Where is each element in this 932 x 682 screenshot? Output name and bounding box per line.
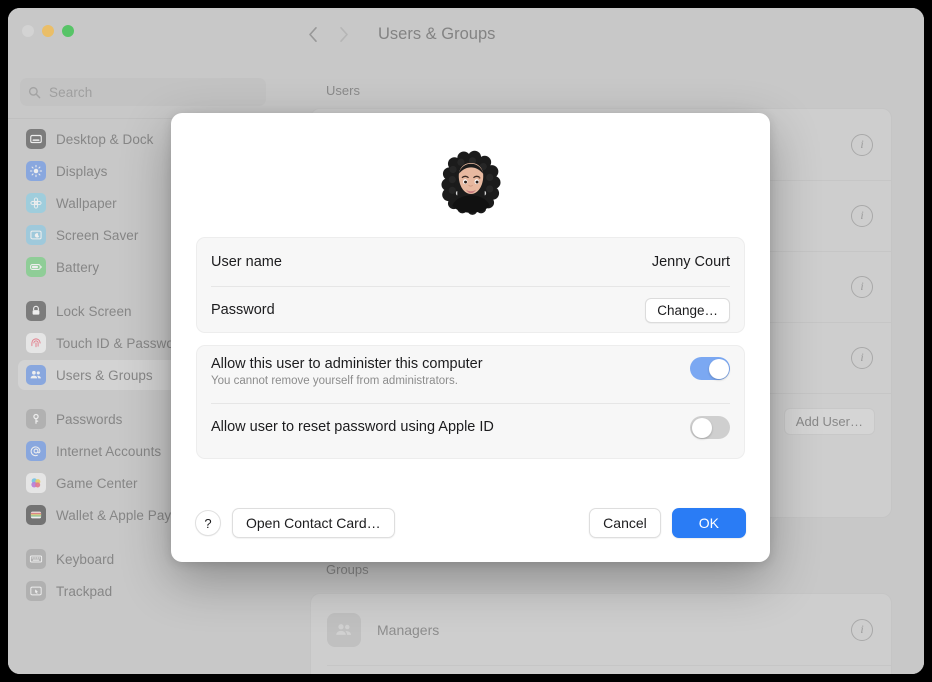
options-card: Allow this user to administer this compu… xyxy=(196,345,745,459)
apple-id-reset-label: Allow user to reset password using Apple… xyxy=(211,419,494,435)
sidebar-item-label: Wallet & Apple Pay xyxy=(56,507,172,523)
passwords-key-icon xyxy=(26,409,46,429)
battery-icon xyxy=(26,257,46,277)
password-label: Password xyxy=(211,302,275,318)
cancel-button[interactable]: Cancel xyxy=(589,508,661,538)
lock-screen-icon xyxy=(26,301,46,321)
change-password-button[interactable]: Change… xyxy=(645,297,730,323)
chevron-left-icon xyxy=(308,26,317,42)
info-icon[interactable]: i xyxy=(851,618,873,641)
trackpad-icon xyxy=(26,581,46,601)
back-button[interactable] xyxy=(302,23,324,45)
groups-list-card: Managers i xyxy=(310,593,892,674)
admin-toggle-sublabel: You cannot remove yourself from administ… xyxy=(211,375,458,387)
user-name-row: User name Jenny Court xyxy=(197,238,744,286)
admin-toggle[interactable] xyxy=(690,357,730,380)
user-name-value: Jenny Court xyxy=(651,254,730,270)
table-row[interactable] xyxy=(311,665,891,674)
sidebar-item-label: Keyboard xyxy=(56,551,115,567)
toggle-knob xyxy=(708,358,729,379)
minimize-window-button[interactable] xyxy=(42,25,54,37)
info-icon[interactable]: i xyxy=(851,346,873,369)
sidebar-item-label: Battery xyxy=(56,259,100,275)
sidebar-item-label: Passwords xyxy=(56,411,123,427)
chevron-right-icon xyxy=(339,26,348,42)
sidebar-item-trackpad[interactable]: Trackpad xyxy=(18,576,268,606)
game-center-icon xyxy=(26,473,46,493)
users-groups-icon xyxy=(26,365,46,385)
sidebar-item-label: Screen Saver xyxy=(56,227,139,243)
info-icon[interactable]: i xyxy=(851,204,873,227)
search-icon xyxy=(28,86,41,98)
admin-toggle-label: Allow this user to administer this compu… xyxy=(211,356,483,372)
sidebar-item-label: Displays xyxy=(56,163,108,179)
toolbar: Users & Groups xyxy=(278,8,924,60)
users-section-label: Users xyxy=(326,83,360,98)
sidebar-item-label: Lock Screen xyxy=(56,303,132,319)
apple-id-reset-toggle[interactable] xyxy=(690,416,730,439)
internet-accounts-icon xyxy=(26,441,46,461)
groups-section-label: Groups xyxy=(326,562,369,577)
forward-button[interactable] xyxy=(332,23,354,45)
table-row[interactable]: Managers i xyxy=(311,594,891,665)
wallpaper-icon xyxy=(26,193,46,213)
desktop-dock-icon xyxy=(26,129,46,149)
search-placeholder: Search xyxy=(49,84,93,100)
info-icon[interactable]: i xyxy=(851,133,873,156)
admin-toggle-row: Allow this user to administer this compu… xyxy=(197,346,744,403)
close-window-button[interactable] xyxy=(22,25,34,37)
memoji-avatar[interactable] xyxy=(435,145,507,217)
screen-saver-icon xyxy=(26,225,46,245)
zoom-window-button[interactable] xyxy=(62,25,74,37)
sidebar-item-label: Internet Accounts xyxy=(56,443,162,459)
user-name-label: User name xyxy=(211,254,282,270)
wallet-apple-pay-icon xyxy=(26,505,46,525)
info-icon[interactable]: i xyxy=(851,275,873,298)
identity-card: User name Jenny Court Password Change… xyxy=(196,237,745,333)
group-icon xyxy=(327,612,361,647)
group-name: Managers xyxy=(377,621,440,638)
sidebar-item-label: Wallpaper xyxy=(56,195,117,211)
sidebar-item-label: Game Center xyxy=(56,475,138,491)
edit-user-dialog: User name Jenny Court Password Change… A… xyxy=(171,113,770,562)
help-button[interactable]: ? xyxy=(195,510,221,536)
open-contact-card-button[interactable]: Open Contact Card… xyxy=(232,508,395,538)
sidebar-item-label: Trackpad xyxy=(56,583,113,599)
password-row: Password Change… xyxy=(197,286,744,334)
sidebar-item-label: Users & Groups xyxy=(56,367,153,383)
touch-id-icon xyxy=(26,333,46,353)
apple-id-reset-row: Allow user to reset password using Apple… xyxy=(197,403,744,451)
add-user-button[interactable]: Add User… xyxy=(783,407,875,435)
toggle-knob xyxy=(691,417,712,438)
keyboard-icon xyxy=(26,549,46,569)
window-traffic-lights xyxy=(22,25,74,37)
sidebar-item-label: Desktop & Dock xyxy=(56,131,154,147)
dialog-footer: ? Open Contact Card… Cancel OK xyxy=(171,484,770,562)
screen: Search Desktop & Dock Displays Wallpaper… xyxy=(0,0,932,682)
displays-icon xyxy=(26,161,46,181)
search-input[interactable]: Search xyxy=(20,78,266,106)
ok-button[interactable]: OK xyxy=(671,508,746,538)
sidebar-item-label: Touch ID & Password xyxy=(56,335,187,351)
page-title: Users & Groups xyxy=(378,24,496,43)
